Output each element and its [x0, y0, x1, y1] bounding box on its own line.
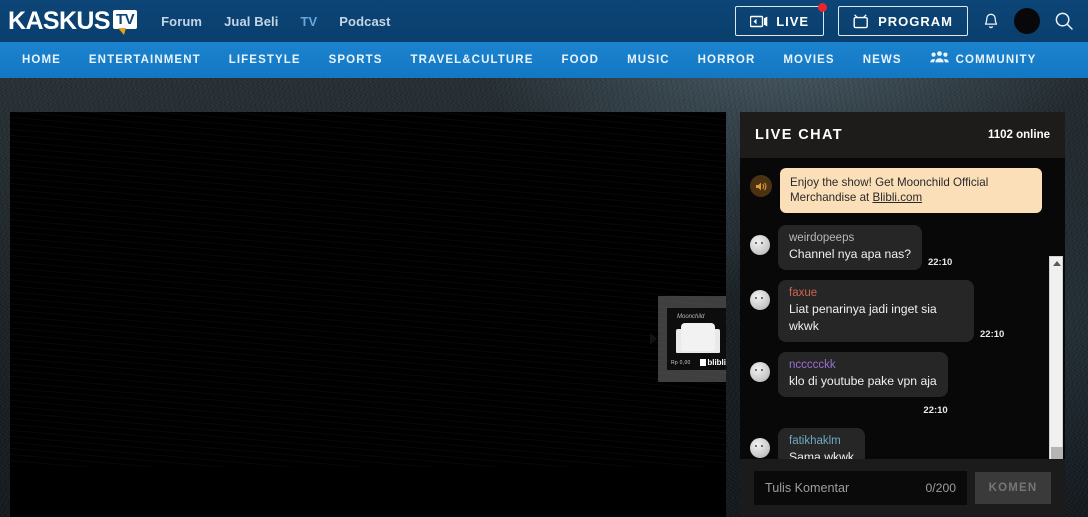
- scrollbar-thumb[interactable]: [1051, 447, 1063, 459]
- category-travel-culture[interactable]: TRAVEL&CULTURE: [397, 42, 548, 78]
- message-username[interactable]: nccccckk: [789, 358, 937, 373]
- film-icon: [750, 15, 768, 28]
- category-news[interactable]: NEWS: [849, 42, 916, 78]
- people-group-icon: [929, 42, 949, 78]
- tv-icon: [853, 13, 870, 29]
- message-text: Channel nya apa nas?: [789, 247, 911, 261]
- top-header: KASKUS TV Forum Jual Beli TV Podcast LIV…: [0, 0, 1088, 42]
- category-music[interactable]: MUSIC: [613, 42, 684, 78]
- live-button[interactable]: LIVE: [735, 3, 828, 36]
- online-count: 1102 online: [987, 129, 1050, 141]
- megaphone-icon: [750, 175, 772, 197]
- program-button-label: PROGRAM: [878, 13, 953, 29]
- message-username[interactable]: faxue: [789, 286, 963, 301]
- merchandise-overlay-card[interactable]: Moonchild Rp 0,00 blibli: [658, 296, 726, 382]
- live-chat-panel: LIVE CHAT 1102 online Enjoy the show! Ge…: [740, 112, 1065, 517]
- live-notification-dot: [818, 3, 828, 12]
- nav-item-tv[interactable]: TV: [300, 14, 317, 29]
- chat-message: fatikhaklm Sama wkwk 22:11: [750, 428, 1043, 459]
- nav-item-podcast[interactable]: Podcast: [339, 14, 390, 29]
- message-time: 22:10: [927, 257, 953, 268]
- sweatshirt-graphic: [681, 323, 715, 351]
- video-player[interactable]: Moonchild Rp 0,00 blibli LIVE: [10, 112, 726, 517]
- message-time: 22:10: [980, 329, 1005, 340]
- chat-messages-list[interactable]: Enjoy the show! Get Moonchild Official M…: [740, 158, 1065, 459]
- bell-icon[interactable]: [982, 12, 1000, 31]
- category-food[interactable]: FOOD: [547, 42, 613, 78]
- comment-input[interactable]: Tulis Komentar 0/200: [754, 471, 967, 505]
- comment-input-placeholder: Tulis Komentar: [765, 481, 850, 495]
- logo-text: KASKUS: [8, 7, 111, 35]
- category-horror[interactable]: HORROR: [684, 42, 770, 78]
- message-bubble: weirdopeeps Channel nya apa nas?: [778, 225, 922, 270]
- merch-signature-text: Moonchild: [677, 314, 705, 320]
- logo-tv-badge: TV: [112, 10, 138, 35]
- avatar[interactable]: [1014, 8, 1040, 34]
- category-entertainment[interactable]: ENTERTAINMENT: [75, 42, 215, 78]
- live-button-label: LIVE: [776, 13, 810, 29]
- message-time: 22:10: [923, 405, 948, 416]
- page-root: KASKUS TV Forum Jual Beli TV Podcast LIV…: [0, 0, 1088, 517]
- category-community-label: COMMUNITY: [955, 54, 1037, 66]
- chat-message: weirdopeeps Channel nya apa nas? 22:10: [750, 225, 1043, 270]
- merch-price-label: Rp 0,00: [671, 360, 691, 366]
- message-bubble: fatikhaklm Sama wkwk: [778, 428, 866, 459]
- blibli-logo-icon: [700, 359, 707, 366]
- chat-header: LIVE CHAT 1102 online: [740, 112, 1065, 158]
- merchandise-thumbnail: Moonchild Rp 0,00 blibli: [667, 308, 726, 370]
- message-username[interactable]: weirdopeeps: [789, 231, 911, 246]
- category-home[interactable]: HOME: [8, 42, 75, 78]
- message-text: Liat penarinya jadi inget sia wkwk: [789, 302, 937, 333]
- message-bubble-wrap: weirdopeeps Channel nya apa nas? 22:10: [778, 225, 952, 270]
- chat-composer: Tulis Komentar 0/200 KOMEN: [740, 459, 1065, 517]
- send-comment-button[interactable]: KOMEN: [975, 472, 1051, 504]
- blibli-brand-label: blibli: [700, 358, 726, 367]
- nav-item-forum[interactable]: Forum: [161, 14, 202, 29]
- message-bubble-wrap: fatikhaklm Sama wkwk 22:11: [778, 428, 895, 459]
- merch-brand-text: blibli: [707, 358, 726, 367]
- chat-announcement: Enjoy the show! Get Moonchild Official M…: [750, 168, 1043, 213]
- avatar: [750, 362, 770, 382]
- avatar: [750, 235, 770, 255]
- scroll-up-arrow-icon[interactable]: [1050, 257, 1064, 270]
- header-actions: LIVE PROGRAM: [735, 3, 1074, 36]
- message-bubble: faxue Liat penarinya jadi inget sia wkwk: [778, 280, 974, 342]
- message-bubble-wrap: nccccckk klo di youtube pake vpn aja 22:…: [778, 352, 948, 418]
- chat-title: LIVE CHAT: [755, 127, 844, 143]
- category-community[interactable]: COMMUNITY: [916, 42, 1051, 78]
- chat-scrollbar[interactable]: [1049, 256, 1063, 459]
- video-surface[interactable]: [10, 112, 726, 467]
- avatar: [750, 290, 770, 310]
- primary-nav: Forum Jual Beli TV Podcast: [161, 14, 390, 29]
- announcement-link[interactable]: Blibli.com: [873, 191, 923, 204]
- message-bubble: nccccckk klo di youtube pake vpn aja: [778, 352, 948, 397]
- avatar: [750, 438, 770, 458]
- message-bubble-wrap: faxue Liat penarinya jadi inget sia wkwk…: [778, 280, 1004, 342]
- character-counter: 0/200: [925, 481, 957, 495]
- nav-item-jual-beli[interactable]: Jual Beli: [224, 14, 278, 29]
- category-sports[interactable]: SPORTS: [315, 42, 397, 78]
- category-movies[interactable]: MOVIES: [769, 42, 848, 78]
- chat-message: faxue Liat penarinya jadi inget sia wkwk…: [750, 280, 1043, 342]
- merch-collapse-arrow-icon[interactable]: [650, 333, 657, 345]
- announcement-bubble: Enjoy the show! Get Moonchild Official M…: [780, 168, 1042, 213]
- chat-message: nccccckk klo di youtube pake vpn aja 22:…: [750, 352, 1043, 418]
- message-username[interactable]: fatikhaklm: [789, 434, 854, 449]
- message-text: Sama wkwk: [789, 450, 855, 459]
- message-text: klo di youtube pake vpn aja: [789, 374, 937, 388]
- category-nav: HOME ENTERTAINMENT LIFESTYLE SPORTS TRAV…: [0, 42, 1088, 78]
- kaskus-tv-logo[interactable]: KASKUS TV: [0, 7, 138, 35]
- program-button[interactable]: PROGRAM: [838, 6, 968, 36]
- search-icon[interactable]: [1054, 11, 1074, 31]
- category-lifestyle[interactable]: LIFESTYLE: [215, 42, 315, 78]
